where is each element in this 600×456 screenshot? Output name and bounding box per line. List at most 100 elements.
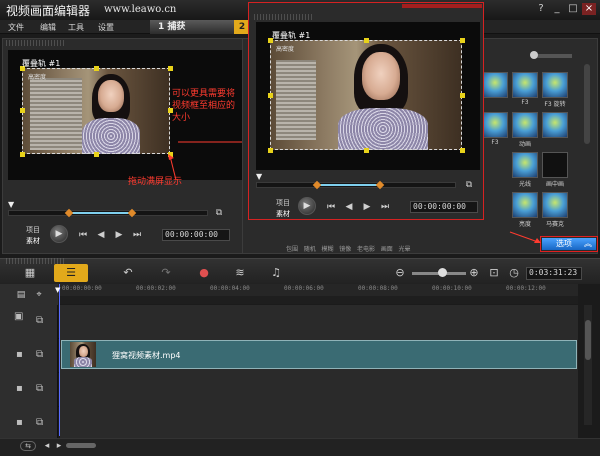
- help-icon[interactable]: ?: [534, 3, 548, 15]
- undo-icon[interactable]: ↶: [120, 266, 136, 280]
- chapter-icon[interactable]: ⌖: [34, 290, 44, 300]
- fit-project-icon[interactable]: ⊡: [486, 266, 502, 280]
- play-button[interactable]: ▶: [298, 197, 316, 215]
- step-forward-icon[interactable]: ▶: [114, 230, 124, 240]
- step-back-icon[interactable]: ◀: [344, 202, 354, 212]
- zoom-knob[interactable]: [438, 268, 447, 277]
- track-enable-icon[interactable]: ⧉: [36, 383, 43, 394]
- tab-capture[interactable]: 1 捕获: [150, 20, 234, 34]
- timeline-view-button[interactable]: ☰: [54, 264, 88, 282]
- go-end-icon[interactable]: ⏭: [132, 230, 142, 240]
- effect-thumb[interactable]: [512, 192, 538, 218]
- resize-handle[interactable]: [20, 108, 25, 113]
- track-enable-icon[interactable]: ⧉: [36, 349, 43, 360]
- audio-track-lane[interactable]: [60, 407, 578, 441]
- fullscreen-icon[interactable]: ⧉: [214, 208, 224, 218]
- video-track-icon[interactable]: ▣: [14, 311, 23, 322]
- effect-thumb[interactable]: [512, 112, 538, 138]
- menu-tools[interactable]: 工具: [68, 22, 84, 33]
- mode-clip[interactable]: 素材: [276, 209, 290, 219]
- redo-icon[interactable]: ↷: [158, 266, 174, 280]
- effect-label: F3 旋转: [544, 101, 566, 108]
- playhead-line[interactable]: [59, 284, 60, 436]
- mode-project[interactable]: 项目: [26, 225, 40, 235]
- resize-handle[interactable]: [168, 66, 173, 71]
- project-duration[interactable]: 0:03:31:23: [526, 267, 582, 280]
- mode-project[interactable]: 项目: [276, 198, 290, 208]
- overlay-track-icon[interactable]: ▪: [16, 349, 23, 360]
- thumb-size-knob[interactable]: [530, 51, 538, 59]
- effect-thumb[interactable]: [542, 72, 568, 98]
- storyboard-view-icon[interactable]: ▦: [22, 266, 38, 280]
- effect-thumb[interactable]: [512, 72, 538, 98]
- auto-music-icon[interactable]: ♫: [268, 266, 284, 280]
- category-label[interactable]: 光晕: [399, 246, 411, 253]
- effect-thumb[interactable]: [542, 192, 568, 218]
- zoom-in-icon[interactable]: ⊕: [466, 266, 482, 280]
- play-button[interactable]: ▶: [50, 225, 68, 243]
- category-label[interactable]: 镜像: [339, 246, 351, 253]
- effect-thumb[interactable]: [482, 112, 508, 138]
- effect-thumb[interactable]: [512, 152, 538, 178]
- preview-timecode[interactable]: 00:00:00:00: [162, 229, 230, 241]
- resize-handle[interactable]: [94, 152, 99, 157]
- mode-clip[interactable]: 素材: [26, 236, 40, 246]
- scrubber-start-icon[interactable]: ▼: [8, 200, 16, 209]
- resize-handle[interactable]: [364, 148, 369, 153]
- menu-file[interactable]: 文件: [8, 22, 24, 33]
- resize-handle[interactable]: [364, 38, 369, 43]
- menu-edit[interactable]: 编辑: [40, 22, 56, 33]
- menu-settings[interactable]: 设置: [98, 22, 114, 33]
- thumb-size-slider[interactable]: [532, 54, 572, 58]
- go-start-icon[interactable]: ⏮: [78, 230, 88, 240]
- fullscreen-icon[interactable]: ⧉: [464, 180, 474, 190]
- resize-handle[interactable]: [20, 152, 25, 157]
- timeline-vscroll-thumb[interactable]: [585, 320, 591, 360]
- resize-handle[interactable]: [94, 66, 99, 71]
- title-track-lane[interactable]: [60, 373, 578, 407]
- library-scrollbar[interactable]: [584, 64, 590, 144]
- category-label[interactable]: 画面: [381, 246, 393, 253]
- effect-thumb[interactable]: [542, 112, 568, 138]
- scroll-left-icon[interactable]: ◂: [42, 441, 52, 451]
- title-track-icon[interactable]: ▪: [16, 383, 23, 394]
- maximize-icon[interactable]: □: [566, 3, 580, 15]
- scrubber-start-icon[interactable]: ▼: [256, 172, 264, 181]
- resize-handle[interactable]: [460, 93, 465, 98]
- options-button[interactable]: 选项 ︽: [542, 238, 596, 250]
- enlarged-timecode[interactable]: 00:00:00:00: [410, 201, 478, 213]
- resize-handle[interactable]: [460, 38, 465, 43]
- panel-grip[interactable]: [6, 40, 66, 46]
- record-icon[interactable]: ●: [196, 266, 212, 280]
- effect-thumb[interactable]: [542, 152, 568, 178]
- effect-thumb[interactable]: [482, 72, 508, 98]
- go-end-icon[interactable]: ⏭: [380, 202, 390, 212]
- panel-grip[interactable]: [254, 14, 314, 20]
- resize-handle[interactable]: [460, 148, 465, 153]
- track-enable-icon[interactable]: ⧉: [36, 315, 43, 326]
- step-number: 1: [158, 22, 165, 32]
- resize-handle[interactable]: [268, 148, 273, 153]
- audio-mixer-icon[interactable]: ≋: [232, 266, 248, 280]
- zoom-out-icon[interactable]: ⊖: [392, 266, 408, 280]
- timeline-ruler[interactable]: 00:00:00:00 00:00:02:00 00:00:04:00 00:0…: [58, 284, 578, 296]
- step-forward-icon[interactable]: ▶: [362, 202, 372, 212]
- category-label[interactable]: 随机: [304, 246, 316, 253]
- track-manager-icon[interactable]: ▤: [16, 290, 26, 300]
- resize-handle[interactable]: [268, 93, 273, 98]
- step-back-icon[interactable]: ◀: [96, 230, 106, 240]
- playhead-icon[interactable]: ▼: [55, 286, 63, 294]
- minimize-icon[interactable]: _: [550, 3, 564, 15]
- enlarged-selection-box[interactable]: [270, 40, 462, 150]
- audio-track-icon[interactable]: ▪: [16, 417, 23, 428]
- category-label[interactable]: 包围: [286, 246, 298, 253]
- hscroll-thumb[interactable]: [66, 443, 96, 448]
- scroll-mode-icon[interactable]: ⇆: [20, 441, 36, 451]
- close-icon[interactable]: ×: [582, 3, 596, 15]
- track-enable-icon[interactable]: ⧉: [36, 417, 43, 428]
- go-start-icon[interactable]: ⏮: [326, 202, 336, 212]
- category-label[interactable]: 老电影: [357, 246, 375, 253]
- category-label[interactable]: 模糊: [322, 246, 334, 253]
- video-track-lane[interactable]: [60, 305, 578, 339]
- scroll-right-icon[interactable]: ▸: [54, 441, 64, 451]
